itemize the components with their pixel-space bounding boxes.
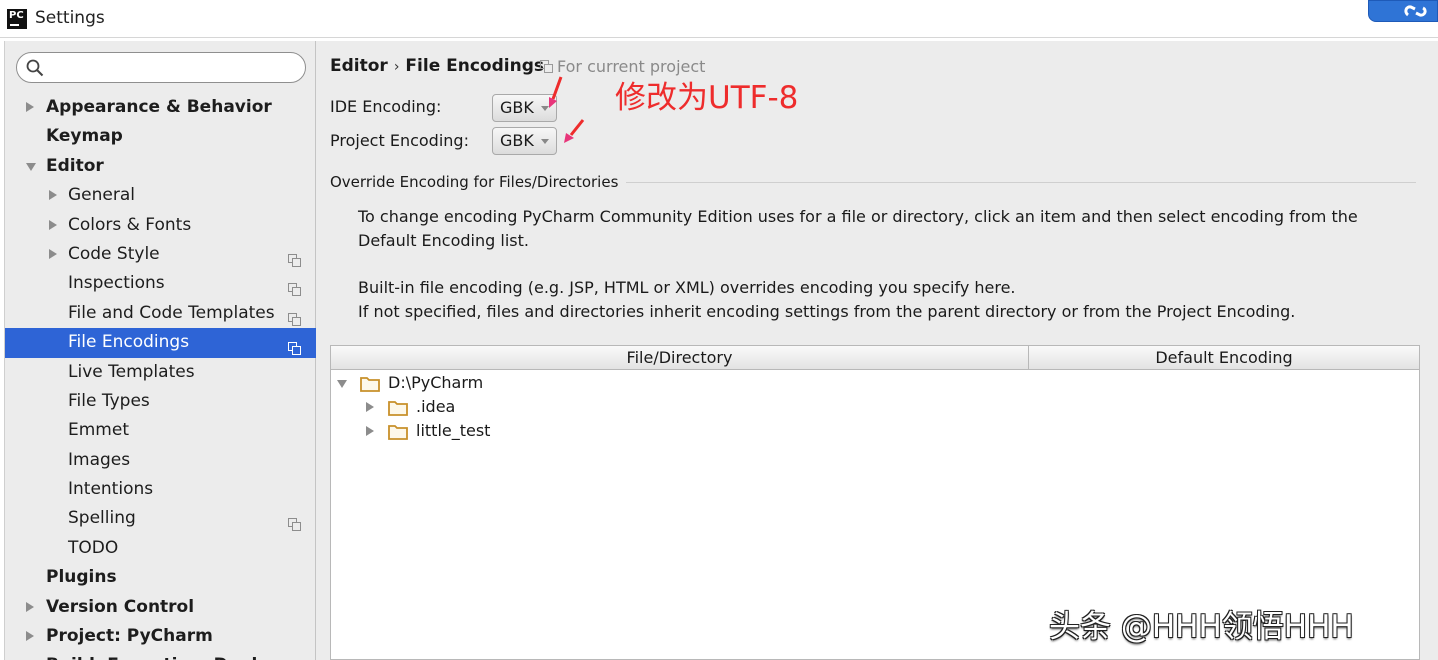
chevron-down-icon [541, 139, 549, 144]
ide-encoding-value: GBK [500, 98, 534, 117]
table-header: File/Directory Default Encoding [331, 346, 1419, 370]
sidebar-item-version-control[interactable]: Version Control [5, 593, 316, 622]
annotation-pen-icon [564, 119, 585, 143]
sidebar-item-label: Version Control [46, 596, 195, 617]
sidebar-item-emmet[interactable]: Emmet [5, 416, 316, 445]
tree-item-label: little_test [416, 421, 491, 440]
project-encoding-value: GBK [500, 131, 534, 150]
sidebar-item-code-style[interactable]: Code Style [5, 240, 316, 269]
description-line: Built-in file encoding (e.g. JSP, HTML o… [358, 278, 1016, 297]
file-encodings-panel: Editor › File Encodings For current projec… [316, 41, 1438, 660]
sidebar-item-file-encodings[interactable]: File Encodings [5, 328, 316, 358]
expand-arrow-right-icon[interactable] [26, 631, 34, 642]
pycharm-app-icon: PC [7, 9, 27, 29]
search-input[interactable] [49, 57, 299, 79]
sidebar-item-colors-fonts[interactable]: Colors & Fonts [5, 211, 316, 240]
table-row[interactable]: little_test [365, 419, 1411, 443]
tree-item-label: D:\PyCharm [388, 373, 484, 392]
expand-arrow-right-icon[interactable] [49, 248, 57, 259]
description-line: Default Encoding list. [358, 231, 529, 250]
project-scope-icon [288, 307, 301, 326]
corner-link-button[interactable] [1368, 0, 1438, 22]
sidebar-item-label: Code Style [68, 243, 160, 264]
project-scope-icon [288, 512, 301, 532]
expand-arrow-right-icon[interactable] [366, 402, 374, 412]
breadcrumb-separator: › [393, 59, 400, 75]
sidebar-item-label: General [68, 185, 135, 206]
sidebar-item-label: Emmet [68, 420, 129, 441]
sidebar-item-label: Inspections [68, 273, 165, 294]
sidebar-item-label: File Types [68, 390, 150, 411]
expand-arrow-right-icon[interactable] [366, 426, 374, 436]
sidebar-item-spelling[interactable]: Spelling [5, 504, 316, 533]
folder-icon [388, 423, 408, 440]
project-scope-icon [540, 60, 553, 73]
sidebar-item-appearance-behavior[interactable]: Appearance & Behavior [5, 93, 316, 122]
project-scope-icon [288, 277, 301, 297]
project-scope-icon [288, 336, 301, 356]
project-scope-icon [288, 248, 301, 267]
sidebar-item-label: TODO [68, 537, 119, 558]
link-icon [1404, 5, 1427, 17]
override-section-title: Override Encoding for Files/Directories [330, 173, 619, 191]
expand-arrow-right-icon[interactable] [49, 219, 57, 230]
expand-arrow-down-icon[interactable] [337, 380, 347, 388]
expand-arrow-right-icon[interactable] [49, 190, 57, 201]
sidebar-item-project-pycharm[interactable]: Project: PyCharm [5, 622, 316, 651]
sidebar-item-label: File Encodings [68, 332, 190, 353]
annotation-text: 修改为UTF-8 [615, 80, 799, 116]
sidebar-item-label: Appearance & Behavior [46, 97, 272, 117]
project-encoding-label: Project Encoding: [330, 131, 469, 150]
window-title: Settings [35, 8, 105, 28]
description-line: To change encoding PyCharm Community Edi… [358, 207, 1358, 226]
sidebar-item-label: Colors & Fonts [68, 214, 192, 235]
sidebar-item-label: Build, Execution, Deployment [46, 651, 330, 660]
sidebar-item-todo[interactable]: TODO [5, 534, 316, 563]
description-line: If not specified, files and directories … [358, 302, 1296, 321]
sidebar-item-label: Plugins [46, 567, 117, 588]
settings-tree: Appearance & Behavior Keymap Editor General… [5, 93, 330, 660]
sidebar-item-live-templates[interactable]: Live Templates [5, 358, 316, 387]
folder-icon [388, 399, 408, 416]
sidebar-item-images[interactable]: Images [5, 446, 316, 475]
sidebar-item-intentions[interactable]: Intentions [5, 475, 316, 504]
sidebar-item-label: Live Templates [68, 361, 195, 382]
sidebar-item-plugins[interactable]: Plugins [5, 563, 316, 592]
sidebar-item-label: File and Code Templates [68, 302, 275, 323]
sidebar-item-inspections[interactable]: Inspections [5, 269, 316, 298]
table-row[interactable]: D:\PyCharm [337, 371, 1411, 395]
breadcrumb-parent[interactable]: Editor [330, 56, 388, 76]
sidebar-item-general[interactable]: General [5, 181, 316, 210]
sidebar-item-build-execution-deployment[interactable]: Build, Execution, Deployment [5, 651, 330, 660]
sidebar-item-keymap[interactable]: Keymap [5, 122, 316, 151]
search-box[interactable] [16, 52, 306, 83]
sidebar-item-label: Keymap [46, 126, 123, 147]
breadcrumb-current: File Encodings [405, 56, 544, 76]
search-icon [26, 59, 44, 77]
title-bar: PC Settings [0, 0, 1438, 38]
sidebar-item-file-and-code-templates[interactable]: File and Code Templates [5, 299, 316, 328]
section-divider [626, 182, 1416, 183]
watermark-text: 头条 @HHH领悟HHH [1049, 609, 1354, 645]
folder-icon [360, 375, 380, 392]
sidebar-item-label: Editor [46, 155, 104, 176]
breadcrumb: Editor › File Encodings [330, 56, 544, 76]
column-header-file-directory[interactable]: File/Directory [331, 346, 1029, 369]
sidebar-item-label: Spelling [68, 508, 136, 529]
sidebar-item-label: Images [68, 449, 131, 470]
annotation-pen-icon [549, 76, 563, 108]
sidebar-item-label: Intentions [68, 479, 154, 500]
expand-arrow-down-icon[interactable] [26, 162, 36, 171]
ide-encoding-label: IDE Encoding: [330, 97, 442, 116]
sidebar-item-label: Project: PyCharm [46, 626, 213, 647]
column-header-default-encoding[interactable]: Default Encoding [1029, 346, 1419, 369]
table-row[interactable]: .idea [365, 395, 1411, 419]
expand-arrow-right-icon[interactable] [26, 601, 34, 612]
settings-sidebar: Appearance & Behavior Keymap Editor General… [4, 41, 330, 660]
expand-arrow-right-icon[interactable] [26, 102, 34, 112]
sidebar-item-file-types[interactable]: File Types [5, 387, 316, 416]
sidebar-item-editor[interactable]: Editor [5, 152, 316, 181]
project-encoding-dropdown[interactable]: GBK [492, 127, 557, 155]
tree-item-label: .idea [416, 397, 456, 416]
